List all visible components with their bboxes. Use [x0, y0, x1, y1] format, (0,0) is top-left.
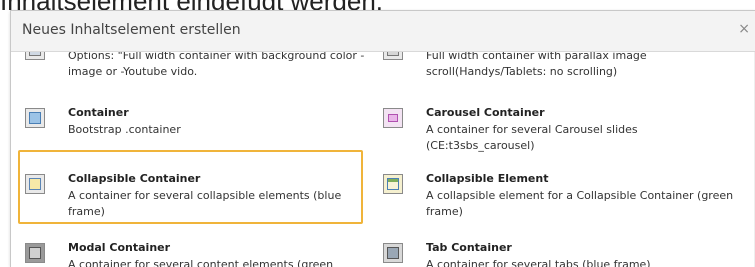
element-name: Container — [68, 106, 129, 119]
selection-highlight — [18, 150, 363, 224]
close-icon[interactable]: × — [738, 21, 750, 37]
page-heading-fragment: Inhaltselement eingefügt werden. — [0, 0, 755, 10]
element-name: Carousel Container — [426, 106, 545, 119]
element-description: Bootstrap .container — [68, 123, 181, 136]
modal-body: Options: "Full width container with back… — [11, 52, 755, 267]
element-description: Full width container with parallax image… — [426, 52, 647, 78]
tab-container-icon — [383, 243, 403, 263]
parallax-icon — [383, 52, 403, 60]
collapsible-element-icon — [383, 174, 403, 194]
container-bg-icon — [25, 52, 45, 60]
carousel-icon — [383, 108, 403, 128]
element-description: Options: "Full width container with back… — [68, 52, 365, 78]
element-description: A container for several Carousel slides … — [426, 123, 638, 152]
modal-title: Neues Inhaltselement erstellen — [22, 22, 241, 38]
container-icon — [25, 108, 45, 128]
modal-header: Neues Inhaltselement erstellen × — [11, 11, 755, 52]
modal-container-icon — [25, 243, 45, 263]
element-name: Tab Container — [426, 241, 512, 254]
element-name: Collapsible Element — [426, 172, 549, 185]
element-description: A collapsible element for a Collapsible … — [426, 189, 734, 218]
new-content-element-modal: Neues Inhaltselement erstellen × Options… — [10, 10, 755, 267]
element-name: Modal Container — [68, 241, 171, 254]
